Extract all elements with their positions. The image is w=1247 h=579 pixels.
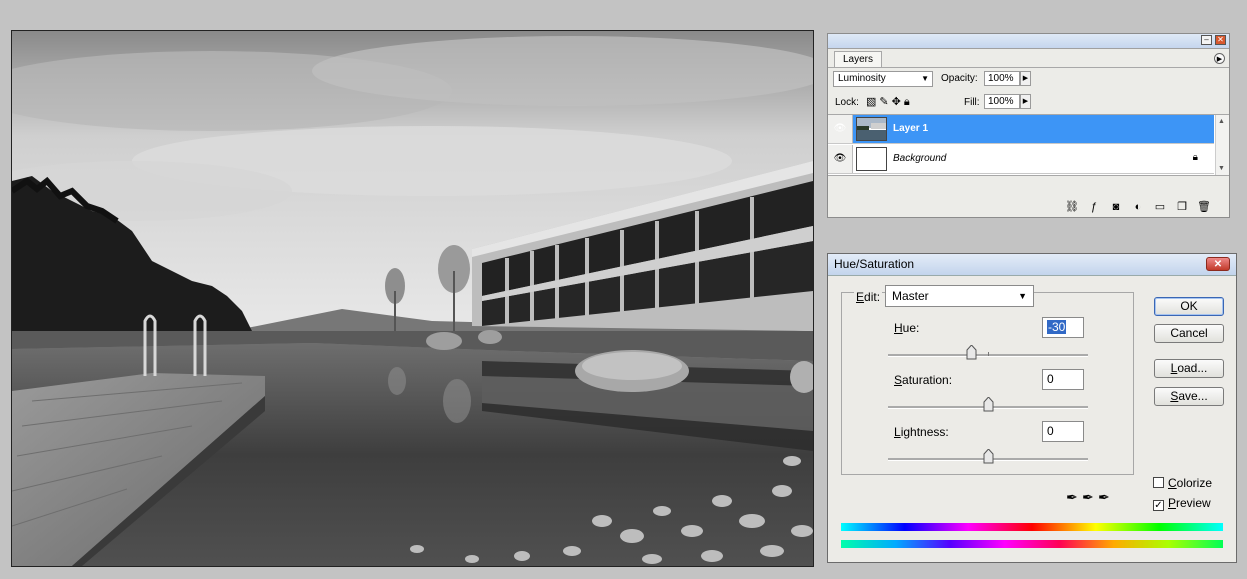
input-hue-bar <box>841 523 1223 531</box>
colorize-label: Colorize <box>1168 476 1213 490</box>
eyedropper-icon[interactable]: ✒ <box>1066 489 1082 505</box>
layers-palette: – ✕ Layers ▶ Luminosity ▼ Opacity: 100% … <box>827 33 1230 218</box>
saturation-slider-thumb[interactable] <box>983 396 994 412</box>
close-icon[interactable]: ✕ <box>1215 35 1226 45</box>
fill-input[interactable]: 100% <box>984 94 1020 109</box>
blend-mode-select[interactable]: Luminosity ▼ <box>833 71 933 87</box>
cancel-button[interactable]: Cancel <box>1154 324 1224 343</box>
lock-position-icon[interactable]: ✥ <box>892 95 903 108</box>
folder-icon[interactable]: ▭ <box>1149 200 1171 213</box>
lightness-label: Lightness: <box>894 425 949 439</box>
close-icon[interactable]: ✕ <box>1206 257 1230 271</box>
scroll-down-icon[interactable]: ▼ <box>1218 165 1225 172</box>
fill-slider-button[interactable]: ▶ <box>1020 94 1031 109</box>
saturation-label: Saturation: <box>894 373 953 387</box>
link-icon[interactable]: ⛓ <box>1061 200 1083 213</box>
hue-slider[interactable] <box>888 344 1088 360</box>
opacity-label: Opacity: <box>941 73 978 84</box>
preview-label: Preview <box>1168 496 1211 510</box>
dialog-title: Hue/Saturation <box>834 257 915 271</box>
layer-row-background[interactable]: 👁︎ Background 🔒︎ <box>828 145 1214 174</box>
layer-thumbnail <box>856 117 887 141</box>
lightness-input[interactable]: 0 <box>1042 421 1084 442</box>
layers-list: 👁︎ Layer 1 👁︎ Background 🔒︎ ▲ ▼ <box>828 115 1229 176</box>
saturation-input[interactable]: 0 <box>1042 369 1084 390</box>
trash-icon[interactable]: 🗑︎ <box>1193 200 1215 213</box>
lock-icon: 🔒︎ <box>1192 152 1198 163</box>
new-layer-icon[interactable]: ❐ <box>1171 200 1193 213</box>
minimize-icon[interactable]: – <box>1201 35 1212 45</box>
lock-pixels-icon[interactable]: ✎ <box>879 95 890 108</box>
opacity-input[interactable]: 100% <box>984 71 1020 86</box>
lightness-slider-thumb[interactable] <box>983 448 994 464</box>
output-hue-bar <box>841 540 1223 548</box>
saturation-slider[interactable] <box>888 396 1088 412</box>
adjustment-group <box>841 292 1134 475</box>
eyedropper-minus-icon[interactable]: ✒ <box>1098 489 1114 505</box>
edit-label: Edit: <box>854 290 883 304</box>
fill-label: Fill: <box>964 97 980 108</box>
adjustment-icon[interactable]: ◐ <box>1127 201 1149 213</box>
eyedropper-plus-icon[interactable]: ✒ <box>1082 489 1098 505</box>
layer-name: Background <box>893 153 947 164</box>
image-canvas[interactable] <box>11 30 814 567</box>
palette-titlebar[interactable]: – ✕ <box>828 34 1229 49</box>
layers-scrollbar[interactable]: ▲ ▼ <box>1215 115 1229 175</box>
layer-thumbnail <box>856 147 887 171</box>
lock-all-icon[interactable]: 🔒︎ <box>904 96 912 109</box>
colorize-checkbox[interactable] <box>1153 477 1164 488</box>
hue-input[interactable]: -30 <box>1042 317 1084 338</box>
ok-button[interactable]: OK <box>1154 297 1224 316</box>
blend-mode-value: Luminosity <box>838 73 886 84</box>
edit-select[interactable]: Master ▼ <box>885 285 1034 307</box>
mask-icon[interactable]: ◙ <box>1105 201 1127 213</box>
visibility-eye-icon[interactable]: 👁︎ <box>832 152 848 166</box>
dialog-titlebar[interactable]: Hue/Saturation ✕ <box>828 254 1236 276</box>
visibility-eye-icon[interactable]: 👁︎ <box>832 122 848 136</box>
preview-checkbox[interactable]: ✓ <box>1153 500 1164 511</box>
layer-name: Layer 1 <box>893 123 929 134</box>
scroll-up-icon[interactable]: ▲ <box>1218 118 1225 125</box>
edit-value: Master <box>892 289 929 303</box>
save-button[interactable]: Save... <box>1154 387 1224 406</box>
layer-row-layer-1[interactable]: 👁︎ Layer 1 <box>828 115 1214 144</box>
colorize-checkbox-row[interactable]: Colorize <box>1153 476 1212 490</box>
load-button[interactable]: Load... <box>1154 359 1224 378</box>
hue-slider-thumb[interactable] <box>966 344 977 360</box>
hue-value: -30 <box>1047 320 1067 334</box>
opacity-slider-button[interactable]: ▶ <box>1020 71 1031 86</box>
chevron-down-icon: ▼ <box>921 74 929 83</box>
lock-transparency-icon[interactable]: ▧ <box>866 95 878 108</box>
layer-style-icon[interactable]: ƒ <box>1083 201 1105 213</box>
lightness-slider[interactable] <box>888 448 1088 464</box>
preview-checkbox-row[interactable]: ✓ Preview <box>1153 496 1211 511</box>
lock-label: Lock: <box>835 97 859 108</box>
lake-building-photo <box>12 31 813 566</box>
hue-saturation-dialog: Hue/Saturation ✕ Edit: Master ▼ Hue: -30… <box>827 253 1237 563</box>
hue-label: Hue: <box>894 321 920 335</box>
tab-layers[interactable]: Layers <box>834 51 883 67</box>
palette-menu-icon[interactable]: ▶ <box>1214 53 1225 64</box>
chevron-down-icon: ▼ <box>1018 291 1027 301</box>
